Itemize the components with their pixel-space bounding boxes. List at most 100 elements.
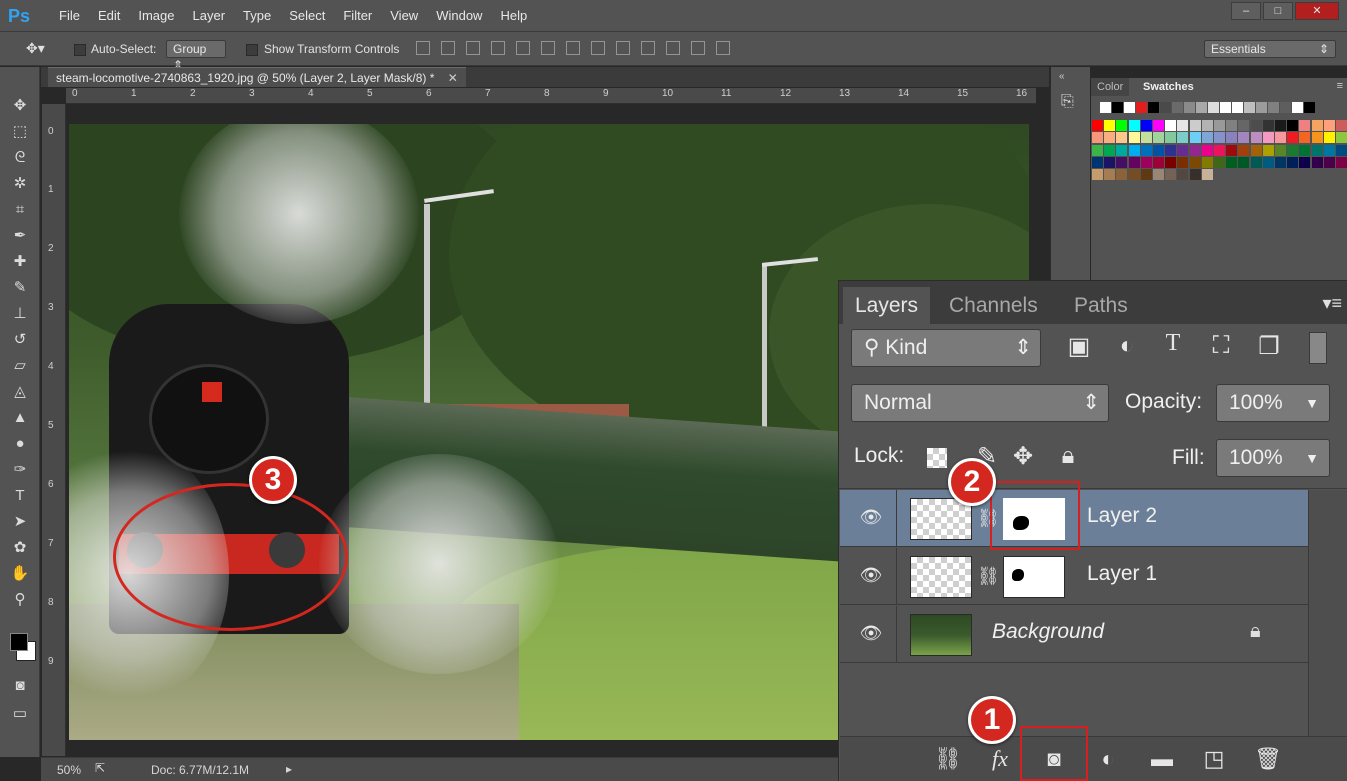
align-vcenter-icon[interactable] xyxy=(441,41,455,55)
color-swatch[interactable] xyxy=(1275,144,1286,156)
color-swatch[interactable] xyxy=(1184,102,1195,113)
new-layer-icon[interactable]: ◳ xyxy=(1198,745,1230,773)
filter-smart-object-icon[interactable]: ❐ xyxy=(1253,332,1285,361)
color-swatch[interactable] xyxy=(1299,144,1311,156)
color-swatch[interactable] xyxy=(1148,102,1159,113)
new-group-folder-icon[interactable]: ▬ xyxy=(1146,745,1178,773)
magic-wand-tool-icon[interactable]: ✲ xyxy=(0,171,40,197)
filter-kind-dropdown[interactable]: ⚲ Kind ⇕ xyxy=(851,329,1041,367)
auto-select-checkbox[interactable] xyxy=(74,42,86,56)
menu-help[interactable]: Help xyxy=(491,0,536,32)
status-menu-arrow-icon[interactable]: ▸ xyxy=(286,762,292,776)
color-swatch[interactable] xyxy=(1116,132,1128,144)
color-swatch[interactable] xyxy=(1153,169,1164,181)
distribute-right-icon[interactable] xyxy=(691,41,705,55)
new-adjustment-layer-icon[interactable]: ◐ xyxy=(1092,745,1124,773)
visibility-eye-icon[interactable]: 👁︎ xyxy=(858,623,884,645)
hand-tool-icon[interactable]: ✋ xyxy=(0,561,40,587)
blur-tool-icon[interactable]: ▲ xyxy=(0,405,40,431)
color-swatch[interactable] xyxy=(1226,132,1238,144)
pen-tool-icon[interactable]: ✑ xyxy=(0,457,40,483)
color-swatch[interactable] xyxy=(1172,102,1183,113)
color-swatch[interactable] xyxy=(1140,120,1152,131)
color-swatch[interactable] xyxy=(1165,169,1177,181)
color-swatch[interactable] xyxy=(1116,120,1128,131)
visibility-eye-icon[interactable]: 👁︎ xyxy=(858,565,884,587)
dodge-tool-icon[interactable]: ● xyxy=(0,431,40,457)
color-swatch[interactable] xyxy=(1165,156,1177,168)
eraser-tool-icon[interactable]: ▱ xyxy=(0,353,40,379)
color-swatch[interactable] xyxy=(1250,144,1262,156)
color-swatch[interactable] xyxy=(1214,132,1225,144)
tab-color[interactable]: Color xyxy=(1091,78,1130,96)
color-swatch[interactable] xyxy=(1262,156,1274,168)
color-swatch[interactable] xyxy=(1177,132,1189,144)
color-swatch[interactable] xyxy=(1311,144,1323,156)
properties-panel-icon[interactable]: ⎘ xyxy=(1061,93,1074,111)
marquee-tool-icon[interactable]: ⬚ xyxy=(0,119,40,145)
color-swatch[interactable] xyxy=(1153,156,1164,168)
filter-pixel-icon[interactable]: ▣ xyxy=(1063,332,1095,361)
align-bottom-icon[interactable] xyxy=(466,41,480,55)
color-swatch[interactable] xyxy=(1250,132,1262,144)
color-swatch[interactable] xyxy=(1299,156,1311,168)
color-swatch[interactable] xyxy=(1299,120,1311,131)
color-swatch[interactable] xyxy=(1238,156,1250,168)
color-swatch[interactable] xyxy=(1177,144,1189,156)
color-swatch[interactable] xyxy=(1280,102,1291,113)
color-swatch[interactable] xyxy=(1287,156,1299,168)
color-swatch[interactable] xyxy=(1292,102,1303,113)
path-selection-tool-icon[interactable]: ➤ xyxy=(0,509,40,535)
color-swatch[interactable] xyxy=(1124,102,1135,113)
color-swatch[interactable] xyxy=(1100,102,1111,113)
color-swatch[interactable] xyxy=(1128,144,1140,156)
zoom-level[interactable]: 50% xyxy=(57,763,81,777)
brush-tool-icon[interactable]: ✎ xyxy=(0,275,40,301)
color-swatch[interactable] xyxy=(1226,120,1238,131)
color-swatch[interactable] xyxy=(1214,144,1225,156)
link-icon[interactable]: ⛓ xyxy=(977,566,1000,587)
layer-row-background[interactable]: 👁︎ Background 🔒︎ xyxy=(840,606,1308,663)
color-swatch[interactable] xyxy=(1201,169,1213,181)
color-swatch[interactable] xyxy=(1189,156,1201,168)
color-swatch[interactable] xyxy=(1323,144,1335,156)
lasso-tool-icon[interactable]: ᘓ xyxy=(0,145,40,171)
filter-adjustment-icon[interactable]: ◐ xyxy=(1111,332,1143,360)
color-swatch[interactable] xyxy=(1299,132,1311,144)
type-tool-icon[interactable]: T xyxy=(0,483,40,509)
color-swatch[interactable] xyxy=(1116,169,1128,181)
color-swatch[interactable] xyxy=(1323,132,1335,144)
menu-layer[interactable]: Layer xyxy=(184,0,235,32)
color-swatch[interactable] xyxy=(1220,102,1231,113)
color-swatch[interactable] xyxy=(1226,144,1238,156)
color-swatch[interactable] xyxy=(1140,169,1152,181)
color-swatch[interactable] xyxy=(1153,132,1164,144)
color-swatch[interactable] xyxy=(1250,120,1262,131)
auto-select-dropdown[interactable]: Group ⇕ xyxy=(166,40,226,72)
color-swatch[interactable] xyxy=(1304,102,1315,113)
fill-input[interactable]: 100% ▼ xyxy=(1216,439,1330,477)
color-swatch[interactable] xyxy=(1250,156,1262,168)
color-swatch[interactable] xyxy=(1189,169,1201,181)
color-swatch[interactable] xyxy=(1092,132,1103,144)
color-swatch[interactable] xyxy=(1140,132,1152,144)
menu-file[interactable]: File xyxy=(50,0,89,32)
color-swatch[interactable] xyxy=(1238,132,1250,144)
filter-type-icon[interactable]: T xyxy=(1157,330,1189,357)
align-right-icon[interactable] xyxy=(541,41,555,55)
color-swatch[interactable] xyxy=(1226,156,1238,168)
color-swatch[interactable] xyxy=(1116,144,1128,156)
lock-all-icon[interactable]: 🔒︎ xyxy=(1053,442,1083,470)
maximize-button[interactable]: □ xyxy=(1263,2,1293,20)
menu-type[interactable]: Type xyxy=(234,0,280,32)
color-swatch[interactable] xyxy=(1128,169,1140,181)
color-swatch[interactable] xyxy=(1311,132,1323,144)
color-swatch[interactable] xyxy=(1189,120,1201,131)
color-swatch[interactable] xyxy=(1336,132,1347,144)
color-swatch[interactable] xyxy=(1201,144,1213,156)
screen-mode-icon[interactable]: ▭ xyxy=(0,701,40,727)
visibility-eye-icon[interactable]: 👁︎ xyxy=(858,507,884,529)
clone-stamp-tool-icon[interactable]: ⊥ xyxy=(0,301,40,327)
color-swatch[interactable] xyxy=(1165,144,1177,156)
color-swatch[interactable] xyxy=(1104,132,1116,144)
